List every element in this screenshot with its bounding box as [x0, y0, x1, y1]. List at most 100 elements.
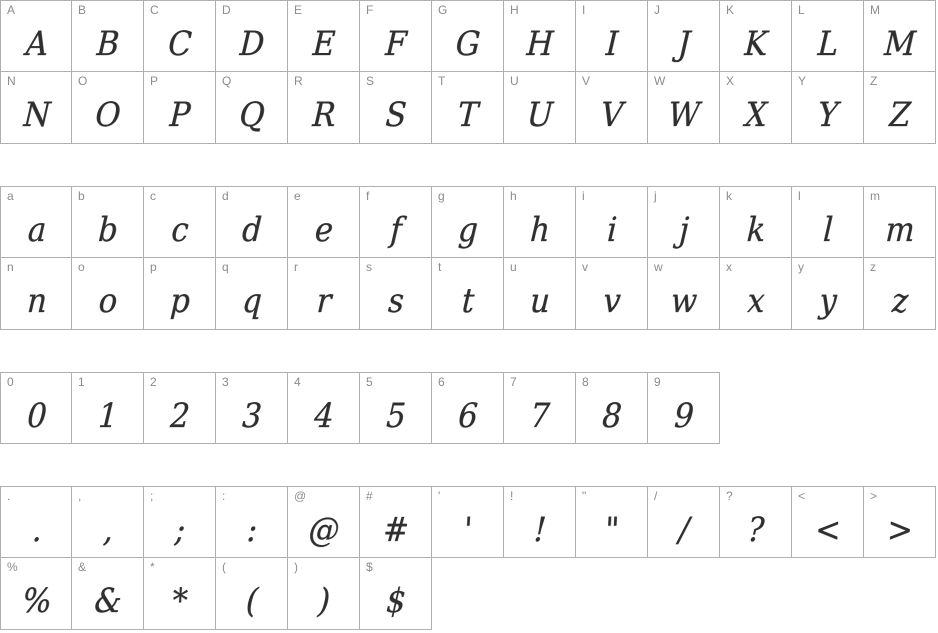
glyph-sample: 9: [673, 396, 695, 437]
glyph-cell: WW: [648, 72, 720, 144]
glyph-sample: (: [245, 581, 260, 622]
glyph-sample: /: [677, 510, 691, 551]
glyph-sample: l: [822, 210, 834, 251]
section-lowercase-letters: aabbccddeeffgghhiijjkkllmmnnooppqqrrsstt…: [0, 186, 936, 330]
glyph-cell: ww: [648, 258, 720, 330]
glyph-cell: 77: [504, 372, 576, 444]
glyph-cell: @ @: [288, 486, 360, 558]
glyph-cell: mm: [864, 186, 936, 258]
glyph-sample: H: [525, 24, 555, 65]
section-uppercase-letters: AABBCCDDEEFFGGHHIIJJKKLLMMNNOOPPQQRRSSTT…: [0, 0, 936, 144]
glyph-sample: Z: [888, 95, 912, 136]
glyph-cell: oo: [72, 258, 144, 330]
glyph-cell: DD: [216, 0, 288, 72]
glyph-sample: 1: [97, 396, 119, 437]
glyph-cell: * *: [144, 558, 216, 630]
glyph-sample: y: [818, 281, 838, 322]
glyph-sample: L: [816, 24, 840, 65]
glyph-sample: O: [94, 95, 122, 136]
glyph-cell: CC: [144, 0, 216, 72]
glyph-cell: xx: [720, 258, 792, 330]
glyph-sample: ': [462, 510, 474, 551]
glyph-sample: E: [311, 24, 337, 65]
glyph-sample: h: [529, 210, 551, 251]
glyph-sample: k: [745, 210, 767, 251]
glyph-sample: p: [169, 281, 191, 322]
glyph-cell: & &: [72, 558, 144, 630]
glyph-cell: 33: [216, 372, 288, 444]
glyph-cell: 55: [360, 372, 432, 444]
glyph-cell: ZZ: [864, 72, 936, 144]
glyph-cell: MM: [864, 0, 936, 72]
glyph-cell: cc: [144, 186, 216, 258]
specimen-row: AABBCCDDEEFFGGHHIIJJKKLLMM: [0, 0, 936, 72]
glyph-cell: 11: [72, 372, 144, 444]
glyph-sample: #: [382, 510, 410, 551]
glyph-cell: 66: [432, 372, 504, 444]
glyph-sample: G: [454, 24, 482, 65]
glyph-sample: w: [669, 281, 699, 322]
section-punctuation-and-symbols: ..,,;;:: @ @ # # ' '!! " " / /?? < < > >%% & & * *(()) $ $: [0, 486, 936, 630]
glyph-sample: %: [21, 581, 53, 622]
glyph-sample: :: [245, 510, 259, 551]
glyph-sample: ?: [746, 510, 766, 551]
glyph-cell: SS: [360, 72, 432, 144]
glyph-cell: UU: [504, 72, 576, 144]
glyph-sample: D: [238, 24, 266, 65]
glyph-sample: R: [311, 95, 337, 136]
glyph-sample: W: [667, 95, 701, 136]
glyph-cell: < <: [792, 486, 864, 558]
glyph-sample: 5: [385, 396, 407, 437]
glyph-sample: 7: [529, 396, 551, 437]
glyph-sample: P: [168, 95, 192, 136]
glyph-sample: &: [93, 581, 123, 622]
glyph-cell: %%: [0, 558, 72, 630]
glyph-sample: r: [315, 281, 333, 322]
glyph-sample: s: [387, 281, 405, 322]
glyph-sample: <: [814, 510, 842, 551]
glyph-cell: ..: [0, 486, 72, 558]
glyph-cell: FF: [360, 0, 432, 72]
glyph-sample: S: [384, 95, 408, 136]
glyph-sample: j: [678, 210, 690, 251]
glyph-cell: ::: [216, 486, 288, 558]
glyph-cell: 88: [576, 372, 648, 444]
glyph-cell: BB: [72, 0, 144, 72]
glyph-sample: c: [170, 210, 190, 251]
glyph-sample: q: [241, 281, 263, 322]
glyph-sample: ": [603, 510, 621, 551]
glyph-sample: z: [890, 281, 910, 322]
glyph-sample: U: [526, 95, 554, 136]
glyph-cell: ii: [576, 186, 648, 258]
glyph-cell: ff: [360, 186, 432, 258]
glyph-cell: !!: [504, 486, 576, 558]
glyph-sample: B: [95, 24, 121, 65]
glyph-sample: ): [317, 581, 332, 622]
glyph-cell: pp: [144, 258, 216, 330]
glyph-cell: " ": [576, 486, 648, 558]
glyph-sample: ,: [102, 510, 114, 551]
glyph-sample: @: [307, 510, 341, 551]
glyph-sample: >: [886, 510, 914, 551]
glyph-cell: nn: [0, 258, 72, 330]
glyph-sample: 0: [26, 396, 48, 437]
glyph-sample: n: [26, 281, 48, 322]
glyph-cell: jj: [648, 186, 720, 258]
glyph-sample: V: [599, 95, 625, 136]
glyph-cell: NN: [0, 72, 72, 144]
glyph-cell: XX: [720, 72, 792, 144]
specimen-row: NNOOPPQQRRSSTTUUVVWWXXYYZZ: [0, 72, 936, 144]
glyph-cell: QQ: [216, 72, 288, 144]
glyph-sample: e: [313, 210, 335, 251]
glyph-cell: 00: [0, 372, 72, 444]
glyph-sample: 6: [457, 396, 479, 437]
glyph-sample: F: [384, 24, 408, 65]
glyph-sample: !: [532, 510, 548, 551]
glyph-cell: HH: [504, 0, 576, 72]
glyph-sample: u: [529, 281, 551, 322]
glyph-cell: RR: [288, 72, 360, 144]
glyph-cell: vv: [576, 258, 648, 330]
glyph-cell: OO: [72, 72, 144, 144]
glyph-sample: m: [884, 210, 916, 251]
glyph-cell: TT: [432, 72, 504, 144]
